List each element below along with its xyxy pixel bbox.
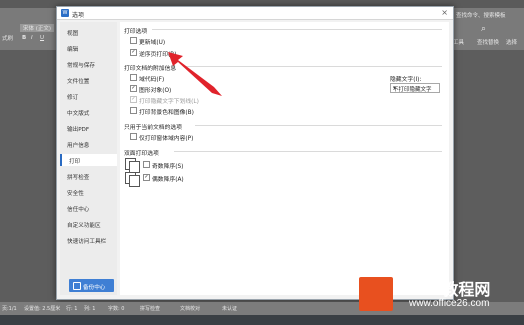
- unauthenticated-badge[interactable]: 未认证: [222, 305, 237, 312]
- status-page: 页:1/1: [2, 306, 17, 312]
- status-col: 列: 1: [84, 306, 96, 312]
- status-row: 行: 1: [66, 306, 78, 312]
- watermark: Office教程网 www.office26.com: [357, 270, 524, 320]
- watermark-url: www.office26.com: [409, 298, 490, 309]
- document-compare[interactable]: 文档校对: [180, 305, 200, 312]
- status-words[interactable]: 字数: 0: [108, 305, 124, 312]
- spell-check-status[interactable]: 拼写检查: [140, 305, 160, 312]
- arrow-shape: [168, 52, 222, 96]
- watermark-brand: Office教程网: [397, 282, 491, 299]
- office-logo-icon: [359, 277, 393, 311]
- status-settings: 设置值: 2.5厘米: [24, 306, 61, 312]
